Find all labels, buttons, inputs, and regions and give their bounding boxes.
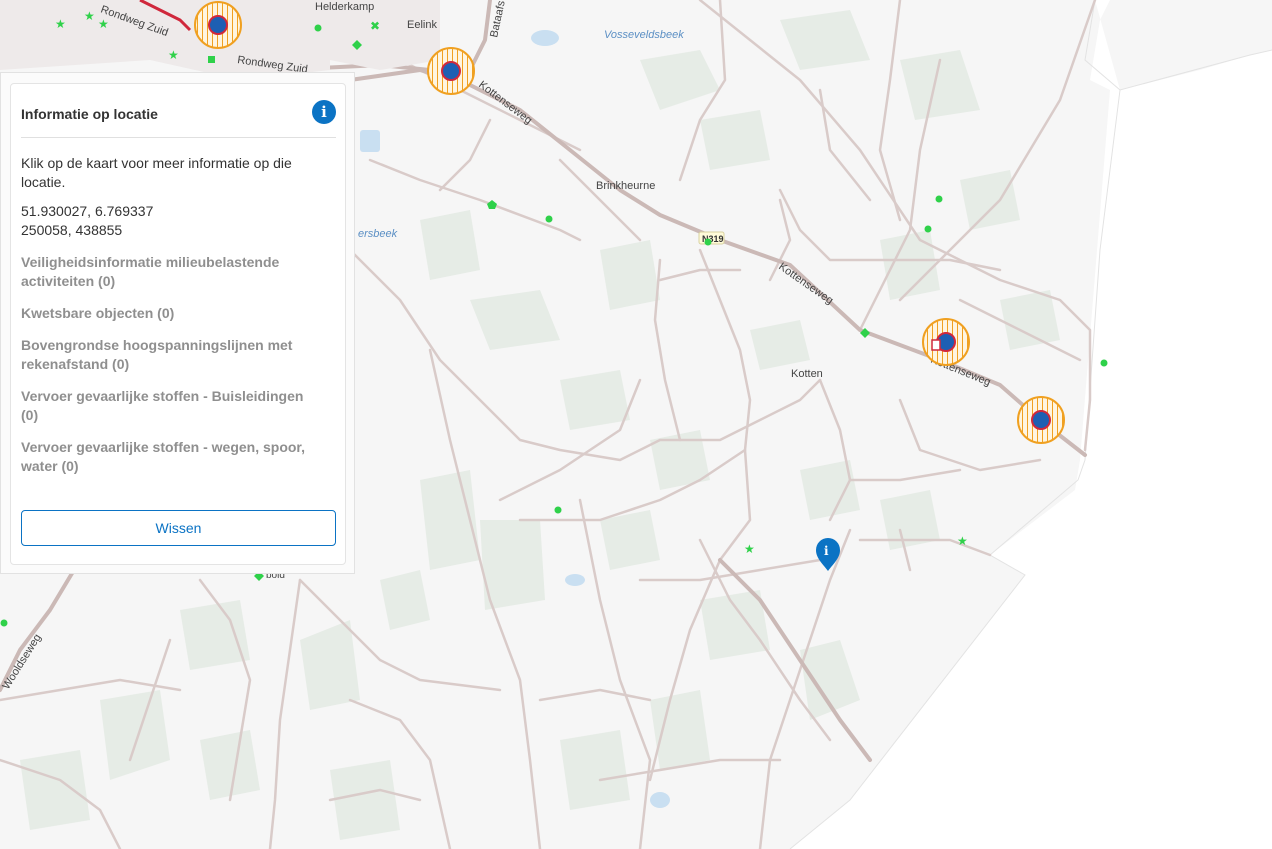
intro-text: Klik op de kaart voor meer informatie op…: [21, 155, 292, 190]
clear-button[interactable]: Wissen: [21, 510, 336, 546]
svg-text:i: i: [824, 544, 829, 558]
place-label-kotten: Kotten: [791, 368, 823, 380]
category-buisleidingen[interactable]: Vervoer gevaarlijke stoffen - Buisleidin…: [21, 387, 321, 425]
place-label-helderkamp: Helderkamp: [315, 1, 374, 13]
risk-object-icon[interactable]: [194, 1, 242, 49]
poi-dot[interactable]: [704, 238, 712, 246]
coordinates-wgs84: 51.930027, 6.769337: [21, 203, 154, 219]
water-label-vosseveldsbeek: Vosseveldsbeek: [604, 29, 684, 41]
poi-dot[interactable]: [935, 195, 943, 203]
poi-dot[interactable]: [554, 506, 562, 514]
info-icon[interactable]: i: [312, 100, 336, 124]
category-milieubelastende-activiteiten[interactable]: Veiligheidsinformatie milieubelastende a…: [21, 253, 321, 291]
category-wegen-spoor-water[interactable]: Vervoer gevaarlijke stoffen - wegen, spo…: [21, 438, 321, 476]
risk-object-icon[interactable]: [1017, 396, 1065, 444]
poi-dot[interactable]: [545, 215, 553, 223]
poi-star[interactable]: ★: [744, 542, 755, 556]
place-label-brinkheurne: Brinkheurne: [596, 180, 655, 192]
category-hoogspanningslijnen[interactable]: Bovengrondse hoogspanningslijnen met rek…: [21, 336, 321, 374]
coordinates-rd: 250058, 438855: [21, 222, 123, 238]
road-shield-n319: N319: [698, 231, 725, 245]
poi-star[interactable]: ★: [84, 9, 95, 23]
poi-dot[interactable]: [924, 225, 932, 233]
water-label-ersbeek: ersbeek: [358, 228, 398, 240]
poi-star[interactable]: ★: [957, 534, 968, 548]
coordinates: 51.930027, 6.769337 250058, 438855: [21, 202, 321, 240]
place-label-eelink: Eelink: [407, 19, 437, 31]
poi-star[interactable]: ★: [98, 17, 109, 31]
poi-dot[interactable]: [1100, 359, 1108, 367]
poi-star[interactable]: ★: [55, 17, 66, 31]
poi-square[interactable]: [208, 56, 215, 63]
risk-object-icon[interactable]: [427, 47, 475, 95]
panel-title: Informatie op locatie: [21, 106, 158, 122]
panel-body: Klik op de kaart voor meer informatie op…: [21, 154, 321, 489]
poi-star[interactable]: ★: [168, 48, 179, 62]
panel-header: Informatie op locatie i: [21, 98, 336, 138]
category-kwetsbare-objecten[interactable]: Kwetsbare objecten (0): [21, 304, 321, 323]
info-panel-card: Informatie op locatie i Klik op de kaart…: [10, 83, 346, 565]
info-panel: Informatie op locatie i Klik op de kaart…: [0, 72, 355, 574]
risk-object-icon[interactable]: [922, 318, 970, 366]
poi-dot[interactable]: [0, 619, 8, 627]
poi-cross[interactable]: ✖: [370, 19, 380, 33]
poi-dot[interactable]: [314, 24, 322, 32]
